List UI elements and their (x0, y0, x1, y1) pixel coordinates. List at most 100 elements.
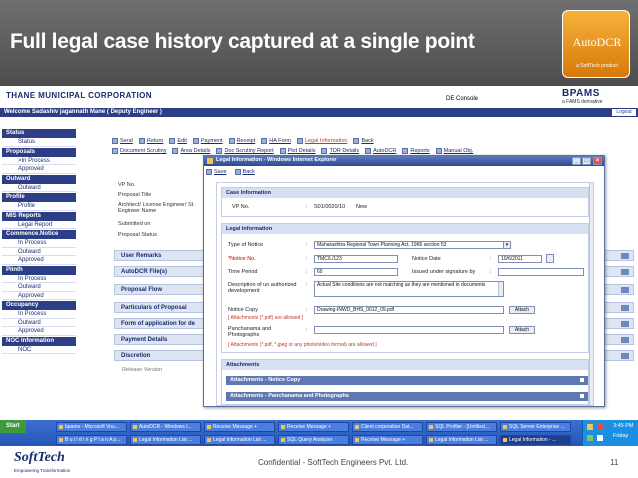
notice-date-input[interactable]: 10/6/2011 (498, 255, 542, 263)
type-of-notice-select[interactable]: Maharashtra Regional Town Planning Act, … (314, 241, 510, 249)
taskbar-window-button[interactable]: Receive Message + (278, 422, 349, 432)
sidebar-group-proposals[interactable]: Proposals (2, 147, 76, 157)
attach-notice-button[interactable]: Attach (509, 306, 535, 314)
sidebar-item-approved[interactable]: Approved (2, 256, 76, 265)
sidebar-item-approved[interactable]: Approved (2, 165, 76, 174)
sidebar-item-profile[interactable]: Profile (2, 202, 76, 211)
sidebar-item-approved[interactable]: Approved (2, 327, 76, 336)
reports-icon (402, 148, 409, 154)
sidebar-item-in-process[interactable]: >In Process (2, 157, 76, 165)
bpams-logo-sub: a FAMS derivative (562, 99, 603, 105)
taskbar-window-button[interactable]: Legal Information List ... (426, 435, 497, 445)
taskbar-window-button[interactable]: AutoDCR - Windows I... (130, 422, 201, 432)
minimize-button[interactable]: _ (572, 157, 581, 165)
toolbar-return-button[interactable]: Return (138, 138, 163, 144)
sidebar-item-in-process[interactable]: In Process (2, 239, 76, 248)
case-information-header: Case Information (222, 188, 588, 198)
back-button[interactable]: Back (234, 169, 255, 175)
softtech-tagline: Empowering Transformation (14, 468, 71, 473)
toolbar-autodcr-button[interactable]: AutoDCR (365, 148, 396, 154)
popup-scrollbar[interactable] (589, 183, 593, 405)
toolbar-receipt-button[interactable]: Receipt (228, 138, 255, 144)
expand-icon (621, 305, 629, 311)
sidebar-group-plinth[interactable]: Plinth (2, 265, 76, 275)
attachments-panchanama[interactable]: Attachments - Panchanama and Photographs (226, 392, 588, 401)
taskbar-window-button[interactable]: SQL Profiler - [Untitled... (426, 422, 497, 432)
legal-information-header: Legal Information (222, 224, 588, 234)
sidebar-item-outward[interactable]: Outward (2, 319, 76, 327)
toolbar-reports-button[interactable]: Reports (402, 148, 430, 154)
sidebar-item-outward[interactable]: Outward (2, 184, 76, 192)
toolbar-area-details-button[interactable]: Area Details (172, 148, 210, 154)
taskbar-window-button[interactable]: bpams - Microsoft Vou... (56, 422, 127, 432)
sidebar-group-profile[interactable]: Profile (2, 193, 76, 202)
taskbar-window-button[interactable]: Legal Information List ... (204, 435, 275, 445)
sidebar-item-approved[interactable]: Approved (2, 292, 76, 300)
taskbar-window-button[interactable]: B u i l d i n g P l a n A p... (56, 435, 127, 445)
panchanama-input[interactable] (314, 326, 504, 334)
close-button[interactable]: × (593, 157, 602, 165)
section-label: Payment Details (121, 337, 168, 343)
sidebar-group-occupancy[interactable]: Occupancy (2, 301, 76, 310)
time-period-input[interactable]: 60 (314, 268, 398, 276)
vp-no-label: VP No. (232, 204, 250, 210)
attach-panchanama-button[interactable]: Attach (509, 326, 535, 334)
sidebar-group-noc-information[interactable]: NOC Information (2, 336, 76, 346)
toolbar-send-button[interactable]: Send (112, 138, 133, 144)
toolbar-document-scrutiny-button[interactable]: Document Scrutiny (112, 148, 166, 154)
toolbar-manual-obj-button[interactable]: Manual Obj. (435, 148, 473, 154)
clock-time[interactable]: 3:45 PM (613, 423, 633, 429)
sidebar-group-commence-notice[interactable]: Commence.Notice (2, 230, 76, 239)
sidebar-item-outward[interactable]: Outward (2, 283, 76, 292)
sidebar-item-legal-report[interactable]: Legal Report (2, 221, 76, 229)
maximize-button[interactable]: □ (582, 157, 591, 165)
logout-button[interactable]: Logout (612, 109, 636, 116)
sidebar-item-in-process[interactable]: In Process (2, 310, 76, 319)
vp-no-value: S01/0020/10 (314, 204, 346, 210)
toolbar-edit-button[interactable]: Edit (169, 138, 187, 144)
toolbar-ha-form-button[interactable]: HA Form (261, 138, 291, 144)
taskbar-window-button[interactable]: Receive Message + (352, 435, 423, 445)
toolbar-payment-button[interactable]: Payment (192, 138, 223, 144)
taskbar-row-1: Start bpams - Microsoft Vou... AutoDCR - … (0, 420, 638, 433)
popup-toolbar: Save Back (206, 169, 255, 175)
tray-icon[interactable] (597, 424, 603, 430)
chevron-down-icon[interactable]: ▾ (503, 241, 511, 249)
description-textarea[interactable]: Actual Site conditions are not matching … (314, 281, 504, 297)
taskbar-window-button[interactable]: Receive Message + (204, 422, 275, 432)
attachments-box: Attachments Attachments - Notice Copy At… (221, 359, 589, 405)
toolbar-legal-information-button[interactable]: Legal Information (296, 138, 347, 144)
start-button[interactable]: Start (0, 420, 26, 433)
corporation-title: THANE MUNICIPAL CORPORATION (6, 91, 152, 100)
sidebar-item-outward[interactable]: Outward (2, 248, 76, 256)
toolbar-back-button[interactable]: Back (353, 138, 374, 144)
taskbar-window-button[interactable]: Legal Information List ... (130, 435, 201, 445)
calendar-icon[interactable] (546, 254, 554, 263)
section-label: AutoDCR File(s) (121, 269, 167, 275)
console-label: DE Console (446, 96, 479, 102)
sidebar-group-status[interactable]: Status (2, 129, 76, 138)
tray-icon[interactable] (587, 424, 593, 430)
notice-no-input[interactable]: TMC/L/123 (314, 255, 398, 263)
slide-footer: SoftTech Empowering Transformation Confi… (0, 446, 638, 478)
toolbar-doc-scrutiny-report-button[interactable]: Doc Scrutiny Report (216, 148, 274, 154)
taskbar-window-button[interactable]: SQL Query Analyzer (278, 435, 349, 445)
sidebar-group-mis-reports[interactable]: MIS Reports (2, 211, 76, 221)
issued-by-input[interactable] (498, 268, 584, 276)
taskbar-window-button[interactable]: Client corporation Dat... (352, 422, 423, 432)
sidebar-group-outward[interactable]: Outward (2, 174, 76, 184)
attachments-notice-copy[interactable]: Attachments - Notice Copy (226, 376, 588, 385)
sidebar-item-in-process[interactable]: In Process (2, 275, 76, 283)
toolbar-plot-details-button[interactable]: Plot Details (279, 148, 315, 154)
notice-copy-input[interactable]: Drawing-INWD_BHS_0012_09.pdf (314, 306, 504, 314)
sidebar-item-status[interactable]: Status (2, 138, 76, 147)
save-button[interactable]: Save (206, 169, 227, 175)
tray-icon[interactable] (597, 435, 603, 441)
sidebar-item-noc[interactable]: NOC (2, 346, 76, 354)
textarea-scrollbar[interactable] (498, 282, 503, 296)
panchanama-note: [ Attachments (*.pdf, *.jpeg or any phot… (228, 342, 377, 348)
toolbar-tdr-details-button[interactable]: TDR Details (321, 148, 359, 154)
taskbar-window-button[interactable]: SQL Server Enterprise ... (500, 422, 571, 432)
taskbar-window-button[interactable]: Legal Information - ... (500, 435, 571, 445)
tray-icon[interactable] (587, 435, 593, 441)
